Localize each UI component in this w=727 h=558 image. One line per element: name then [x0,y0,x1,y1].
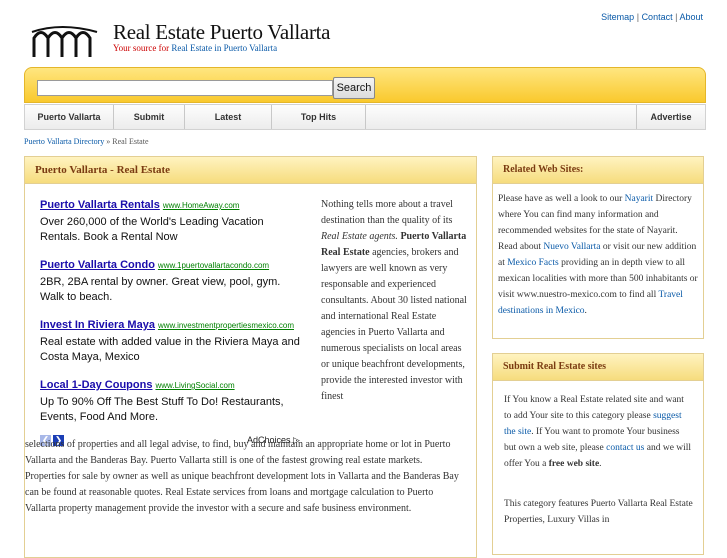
contact-link[interactable]: Contact [642,12,673,22]
arches-logo-icon[interactable] [31,24,99,58]
breadcrumb-current: Real Estate [112,137,149,146]
submit-sites-box: Submit Real Estate sites If You know a R… [492,353,704,555]
nuevo-vallarta-link[interactable]: Nuevo Vallarta [543,242,600,252]
ad-item: Puerto Vallarta Condo www.1puertovallarta… [40,255,305,305]
related-text: . [584,306,587,316]
related-body: Please have as well a look to our Nayari… [493,184,703,319]
nav-latest[interactable]: Latest [185,105,272,129]
submit-heading: Submit Real Estate sites [493,354,703,381]
about-link[interactable]: About [679,12,703,22]
main-nav: Puerto Vallarta Submit Latest Top Hits A… [24,104,706,130]
related-sites-box: Related Web Sites: Please have as well a… [492,156,704,339]
nav-submit[interactable]: Submit [114,105,185,129]
article-text: agencies, brokers and lawyers are well k… [321,247,467,402]
separator: | [636,12,640,22]
submit-paragraph: This category features Puerto Vallarta R… [504,499,693,525]
search-button[interactable]: Search [333,77,375,99]
separator: | [675,12,678,22]
ad-description: Over 260,000 of the World's Leading Vaca… [40,216,264,243]
ad-title-link[interactable]: Puerto Vallarta Rentals [40,199,160,211]
tagline-link[interactable]: Real Estate in Puerto Vallarta [171,43,277,53]
ad-description: Up To 90% Off The Best Stuff To Do! Rest… [40,396,284,423]
ad-url-link[interactable]: www.investmentpropertiesmexico.com [158,321,294,330]
related-text: Please have as well a look to our [498,194,623,204]
ad-item: Puerto Vallarta Rentals www.HomeAway.com … [40,195,305,245]
article-emphasis: Real Estate agents. [321,231,398,242]
contact-us-link[interactable]: contact us [606,443,644,453]
article-text: Nothing tells more about a travel destin… [321,199,453,226]
nav-top-hits[interactable]: Top Hits [272,105,366,129]
sitemap-link[interactable]: Sitemap [601,12,634,22]
ad-url-link[interactable]: www.1puertovallartacondo.com [158,261,269,270]
breadcrumb-separator: » [106,137,111,146]
ad-item: Local 1-Day Coupons www.LivingSocial.com … [40,375,305,425]
main-content-box: Puerto Vallarta - Real Estate Puerto Val… [24,156,477,558]
ad-description: 2BR, 2BA rental by owner. Great view, po… [40,276,281,303]
submit-body: If You know a Real Estate related site a… [493,381,703,528]
main-heading: Puerto Vallarta - Real Estate [25,157,476,184]
search-bar: Search [24,67,706,103]
related-heading: Related Web Sites: [493,157,703,184]
site-tagline: Your source for Real Estate in Puerto Va… [113,43,277,53]
tagline-prefix: Your source for [113,43,170,53]
nav-advertise[interactable]: Advertise [637,105,705,129]
ad-title-link[interactable]: Invest In Riviera Maya [40,319,155,331]
nayarit-link[interactable]: Nayarit [625,194,654,204]
ad-title-link[interactable]: Puerto Vallarta Condo [40,259,155,271]
ad-url-link[interactable]: www.LivingSocial.com [155,381,234,390]
submit-text: . [599,459,602,469]
free-web-site-text: free web site [548,459,600,469]
breadcrumb-home[interactable]: Puerto Vallarta Directory [24,137,104,146]
ad-description: Real estate with added value in the Rivi… [40,336,300,363]
ad-title-link[interactable]: Local 1-Day Coupons [40,379,152,391]
ad-block: Puerto Vallarta Rentals www.HomeAway.com … [40,195,305,449]
nav-spacer [366,105,637,129]
top-links: Sitemap | Contact | About [601,12,703,22]
nav-puerto-vallarta[interactable]: Puerto Vallarta [25,105,114,129]
ad-item: Invest In Riviera Maya www.investmentprop… [40,315,305,365]
article-body: selections of properties and all legal a… [25,439,459,514]
mexico-facts-link[interactable]: Mexico Facts [507,258,558,268]
site-title[interactable]: Real Estate Puerto Vallarta [113,20,331,45]
article-intro: Nothing tells more about a travel destin… [321,197,469,405]
ad-url-link[interactable]: www.HomeAway.com [163,201,240,210]
breadcrumb: Puerto Vallarta Directory » Real Estate [24,137,149,146]
search-input[interactable] [37,80,333,96]
